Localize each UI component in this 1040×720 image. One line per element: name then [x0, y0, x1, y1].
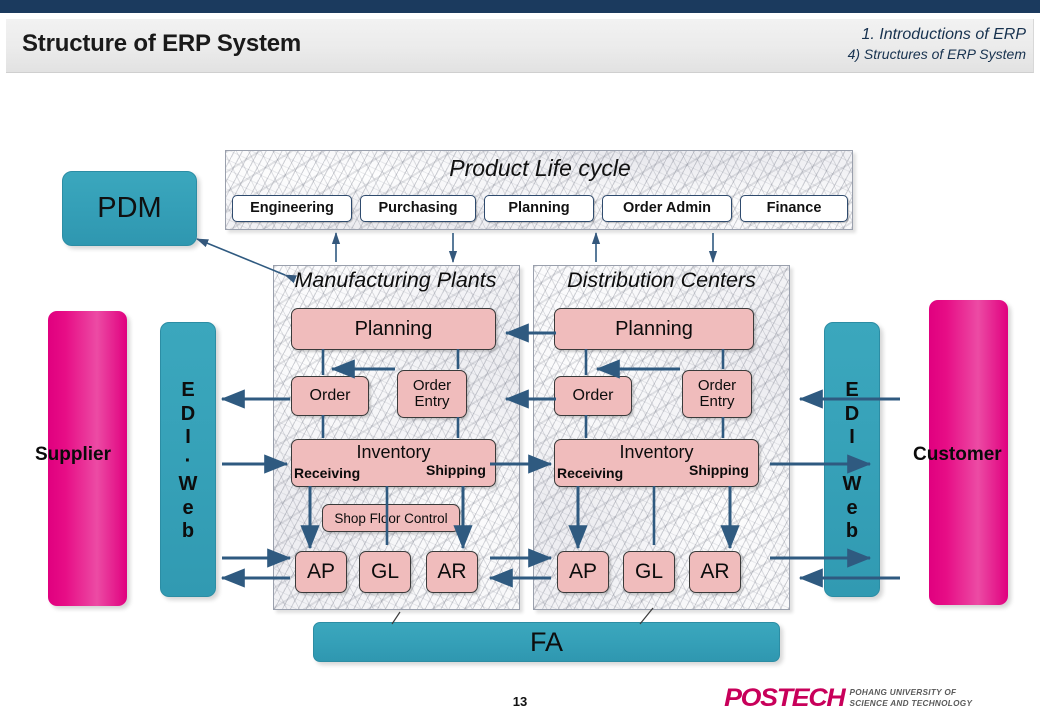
mp-ar-box[interactable]: AR [426, 551, 478, 593]
dc-order-box[interactable]: Order [554, 376, 632, 416]
fa-node[interactable]: FA [313, 622, 780, 662]
section-breadcrumb: 1. Introductions of ERP 4) Structures of… [848, 24, 1026, 64]
distribution-centers-panel: Distribution Centers Planning Order Orde… [533, 265, 790, 610]
plc-item-planning[interactable]: Planning [484, 194, 594, 222]
distribution-centers-title: Distribution Centers [567, 268, 756, 292]
mp-gl-box[interactable]: GL [359, 551, 411, 593]
edi-right-char-1: D [844, 402, 860, 425]
edi-left-char-0: E [181, 378, 195, 401]
section-line-2: 4) Structures of ERP System [847, 46, 1026, 63]
plc-item-order-admin[interactable]: Order Admin [602, 194, 732, 222]
dc-receiving-label: Receiving [557, 465, 624, 481]
mp-order-box[interactable]: Order [291, 376, 369, 416]
edi-left-char-6: b [181, 520, 195, 543]
plc-item-engineering[interactable]: Engineering [232, 194, 352, 222]
postech-tagline-line1: POHANG UNIVERSITY OF [849, 687, 957, 697]
mp-planning-box[interactable]: Planning [291, 308, 496, 350]
plc-item-finance[interactable]: Finance [740, 194, 848, 222]
product-life-cycle-items: Engineering Purchasing Planning Order Ad… [232, 191, 848, 225]
supplier-label: Supplier [35, 444, 112, 465]
mp-shop-floor-control-box[interactable]: Shop Floor Control [322, 504, 460, 532]
edi-right-char-0: E [845, 378, 859, 401]
mp-ap-box[interactable]: AP [295, 551, 347, 593]
customer-label: Customer [913, 444, 1002, 465]
mp-shipping-label: Shipping [426, 462, 486, 478]
postech-tagline-line2: SCIENCE AND TECHNOLOGY [849, 698, 973, 708]
dc-order-entry-box[interactable]: Order Entry [682, 370, 752, 418]
edi-right-char-3: · [848, 449, 856, 472]
connector-arrows [196, 232, 900, 625]
dc-ap-box[interactable]: AP [557, 551, 609, 593]
edi-left-char-1: D [180, 402, 196, 425]
edi-left-char-2: I [185, 426, 191, 449]
edi-left-char-4: W [178, 473, 198, 496]
edi-right-char-4: W [842, 473, 862, 496]
mp-order-entry-line1: Order [412, 376, 452, 394]
page-title: Structure of ERP System [22, 30, 302, 57]
edi-web-left[interactable]: E D I · W e b [160, 322, 216, 597]
dc-ar-box[interactable]: AR [689, 551, 741, 593]
edi-web-right[interactable]: E D I · W e b [824, 322, 880, 597]
product-life-cycle-panel: Product Life cycle Engineering Purchasin… [225, 150, 853, 230]
edi-right-char-6: b [845, 520, 859, 543]
edi-left-char-5: e [182, 496, 194, 519]
product-life-cycle-title: Product Life cycle [449, 155, 631, 181]
edi-right-char-2: I [849, 426, 855, 449]
manufacturing-plants-panel: Manufacturing Plants Planning Order Orde… [273, 265, 520, 610]
section-line-1: 1. Introductions of ERP [861, 26, 1026, 43]
postech-wordmark: POSTECH [724, 684, 846, 712]
slide-canvas: Structure of ERP System 1. Introductions… [0, 0, 1040, 720]
postech-tagline: POHANG UNIVERSITY OF SCIENCE AND TECHNOL… [849, 688, 972, 710]
dc-order-entry-line2: Entry [699, 393, 735, 410]
mp-receiving-label: Receiving [294, 465, 361, 481]
edi-right-char-5: e [846, 496, 858, 519]
manufacturing-plants-title: Manufacturing Plants [294, 268, 497, 292]
edi-left-char-3: · [184, 449, 192, 472]
pdm-node[interactable]: PDM [62, 171, 197, 246]
postech-logo: POSTECH POHANG UNIVERSITY OF SCIENCE AND… [724, 684, 972, 713]
mp-order-entry-box[interactable]: Order Entry [397, 370, 467, 418]
plc-item-purchasing[interactable]: Purchasing [360, 194, 476, 222]
dc-shipping-label: Shipping [689, 462, 749, 478]
dc-order-entry-line1: Order [697, 376, 737, 394]
dc-gl-box[interactable]: GL [623, 551, 675, 593]
dc-planning-box[interactable]: Planning [554, 308, 754, 350]
mp-order-entry-line2: Entry [414, 393, 450, 410]
top-accent-bar [0, 0, 1040, 13]
